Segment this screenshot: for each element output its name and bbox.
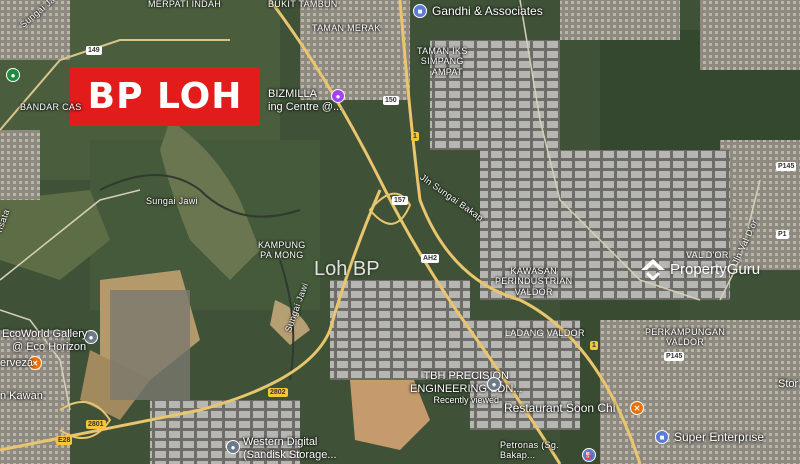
route-149-tag: 149 xyxy=(86,46,102,55)
office-icon[interactable]: ■ xyxy=(413,4,427,18)
area-taman-merak: TAMAN MERAK xyxy=(312,23,381,33)
propertyguru-logo-text: PropertyGuru xyxy=(670,260,761,278)
poi-restaurant-label[interactable]: Restaurant Soon Chi xyxy=(504,401,615,416)
poi-bizmilla-sub: ing Centre @... xyxy=(268,100,343,113)
poi-western-digital-label[interactable]: Western Digital (Sandisk Storage... xyxy=(243,436,337,461)
poi-ecoworld-sub: @ Eco Horizon xyxy=(12,340,87,353)
poi-petronas-name: Petronas (Sg. xyxy=(500,440,559,450)
route-p145-tag: P145 xyxy=(776,162,797,171)
watermark-text: Loh BP xyxy=(314,258,380,280)
area-taman-iks-line1: TAMAN IKS xyxy=(417,46,468,56)
area-merpati-indah: MERPATI INDAH xyxy=(148,0,222,9)
propertyguru-logo-icon xyxy=(641,259,665,280)
area-kampung-line2: PA MONG xyxy=(260,250,304,261)
route-1b-tag: 1 xyxy=(590,341,598,350)
river-sungai-jawi: Sungai Jawi xyxy=(146,196,198,206)
poi-tbh-sub: ENGINEERING SDN... xyxy=(410,382,523,395)
route-ah2-tag: AH2 xyxy=(421,254,440,263)
poi-super-enterprise-label[interactable]: Super Enterprise xyxy=(674,430,764,445)
area-kampung-line1: KAMPUNG xyxy=(258,240,306,250)
area-val-dor: VAL D'OR xyxy=(686,250,729,260)
poi-western-name: Western Digital xyxy=(243,436,318,448)
shopping-icon[interactable]: ● xyxy=(331,89,345,103)
fuel-icon[interactable]: ⛽ xyxy=(582,448,596,462)
area-perkampungan-line2: VALDOR xyxy=(665,337,705,348)
area-kampung-pa-mong: KAMPUNG PA MONG xyxy=(258,240,306,261)
area-kawasan-perindustrian-valdor: KAWASAN PERINDUSTRIAN VALDOR xyxy=(495,266,572,297)
restaurant-icon-2[interactable]: ✕ xyxy=(630,401,644,415)
poi-petronas-sub: Bakap... xyxy=(500,450,536,461)
route-e28-tag: E28 xyxy=(56,436,73,445)
area-perkampungan-valdor: PERKAMPUNGAN VALDOR xyxy=(645,327,725,348)
poi-cerveza-label[interactable]: erveza xyxy=(0,357,33,370)
poi-ecoworld-label[interactable]: EcoWorld Gallery @ Eco Horizon xyxy=(2,328,87,353)
area-ladang-valdor: LADANG VALDOR xyxy=(505,328,585,338)
poi-petronas-label[interactable]: Petronas (Sg. Bakap... xyxy=(500,440,559,461)
route-2801-tag: 2801 xyxy=(86,420,106,429)
area-bandar-cas: BANDAR CAS xyxy=(20,102,82,112)
poi-western-sub: (Sandisk Storage... xyxy=(243,448,337,461)
route-157-tag: 157 xyxy=(392,196,408,205)
area-taman-iks-line2: SIMPANG xyxy=(420,56,464,67)
factory-icon-2[interactable]: ● xyxy=(226,440,240,454)
area-kawasan-line2: PERINDUSTRIAN xyxy=(495,276,573,287)
property-title-banner: BP LOH xyxy=(70,67,260,126)
area-kawasan-line3: VALDOR xyxy=(514,286,553,297)
poi-ecoworld-name: EcoWorld Gallery xyxy=(2,328,88,340)
area-taman-iks-line3: AMPAT xyxy=(431,66,463,77)
poi-tbh-name: TBH PRECISION xyxy=(423,370,510,382)
map-marker-icon[interactable]: ● xyxy=(6,68,20,82)
route-2802-tag: 2802 xyxy=(268,388,288,397)
route-p145-tag-2: P145 xyxy=(664,352,685,361)
factory-icon[interactable]: ● xyxy=(487,377,501,391)
area-kawan: n Kawan xyxy=(0,390,43,402)
route-p1-tag: P1 xyxy=(776,230,789,239)
area-perkampungan-line1: PERKAMPUNGAN xyxy=(645,327,726,337)
area-bukit-tambun: BUKIT TAMBUN xyxy=(268,0,338,9)
poi-gandhi-label[interactable]: Gandhi & Associates xyxy=(432,4,543,19)
area-stor: Stor xyxy=(778,378,799,390)
store-icon[interactable]: ■ xyxy=(655,430,669,444)
propertyguru-logo: PropertyGuru xyxy=(640,258,760,280)
area-kawasan-line1: KAWASAN xyxy=(510,266,557,276)
route-150-tag: 150 xyxy=(383,96,399,105)
route-1-tag: 1 xyxy=(411,132,419,141)
area-taman-iks: TAMAN IKS SIMPANG AMPAT xyxy=(417,46,468,77)
